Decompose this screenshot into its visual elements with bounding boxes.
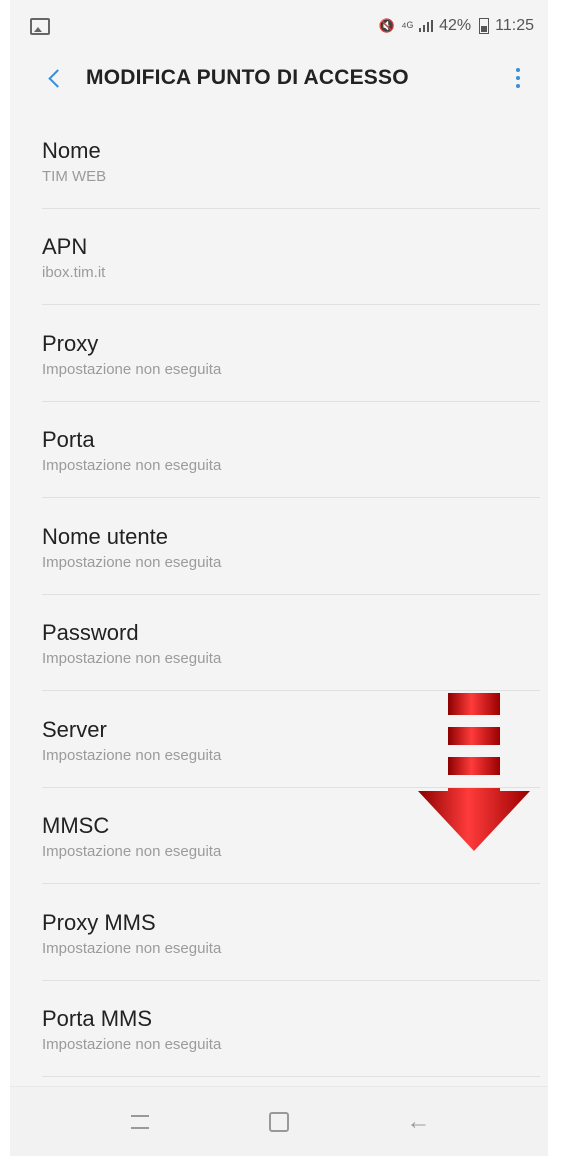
field-label: Proxy <box>42 330 99 356</box>
app-bar: MODIFICA PUNTO DI ACCESSO <box>10 52 548 104</box>
field-label: APN <box>42 234 88 260</box>
field-value: Impostazione non eseguita <box>42 650 222 668</box>
field-value: ibox.tim.it <box>42 264 106 282</box>
field-value: TIM WEB <box>42 167 107 185</box>
image-notification-icon <box>30 17 50 35</box>
battery-icon <box>479 18 490 34</box>
field-porta-mms[interactable]: Porta MMS Impostazione non eseguita <box>42 981 540 1077</box>
clock: 11:25 <box>495 17 534 34</box>
back-icon[interactable]: ← <box>403 1107 433 1137</box>
back-arrow-icon[interactable] <box>40 64 68 92</box>
more-options-icon[interactable] <box>504 64 532 92</box>
field-label: Proxy MMS <box>42 909 156 935</box>
field-label: Porta MMS <box>42 1006 153 1032</box>
battery-percent: 42% <box>439 17 472 34</box>
field-proxy[interactable]: Proxy Impostazione non eseguita <box>42 305 540 402</box>
field-label: Nome <box>42 137 101 163</box>
signal-icon <box>419 20 434 32</box>
field-password[interactable]: Password Impostazione non eseguita <box>42 595 540 691</box>
field-label: Password <box>42 620 139 646</box>
home-icon[interactable] <box>264 1107 294 1137</box>
network-type-icon: ⁴ᴳ <box>401 18 414 34</box>
field-value: Impostazione non eseguita <box>42 457 222 475</box>
scroll-down-arrow-icon <box>418 693 530 851</box>
field-value: Impostazione non eseguita <box>42 1036 222 1054</box>
recent-apps-icon[interactable] <box>125 1107 155 1137</box>
field-label: Porta <box>42 427 95 453</box>
status-bar: 🔇 ⁴ᴳ 42% 11:25 <box>10 0 548 52</box>
field-nome-utente[interactable]: Nome utente Impostazione non eseguita <box>42 498 540 595</box>
field-label: Nome utente <box>42 523 168 549</box>
apn-settings-list: Nome TIM WEB APN ibox.tim.it Proxy Impos… <box>10 112 548 1077</box>
field-apn[interactable]: APN ibox.tim.it <box>42 209 540 305</box>
field-value: Impostazione non eseguita <box>42 939 222 957</box>
field-proxy-mms[interactable]: Proxy MMS Impostazione non eseguita <box>42 884 540 981</box>
field-value: Impostazione non eseguita <box>42 553 222 571</box>
mute-icon: 🔇 <box>378 18 396 33</box>
page-title: MODIFICA PUNTO DI ACCESSO <box>86 66 409 89</box>
field-porta[interactable]: Porta Impostazione non eseguita <box>42 402 540 498</box>
navigation-bar: ← <box>10 1086 548 1156</box>
field-nome[interactable]: Nome TIM WEB <box>42 112 540 209</box>
phone-screen: 🔇 ⁴ᴳ 42% 11:25 MODIFICA PUNTO DI ACCESSO… <box>10 0 548 1156</box>
field-value: Impostazione non eseguita <box>42 360 222 378</box>
